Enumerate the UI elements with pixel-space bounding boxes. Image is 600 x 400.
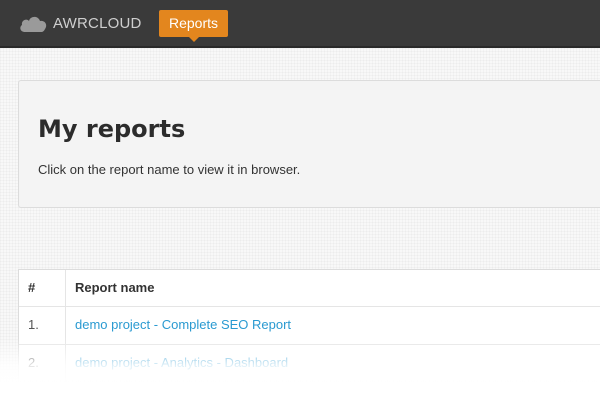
column-header-number: #: [28, 280, 36, 295]
cloud-icon: [18, 13, 48, 33]
brand-logo[interactable]: AWRCLOUD: [18, 12, 142, 34]
row-number: 2.: [28, 355, 39, 370]
page-subtitle: Click on the report name to view it in b…: [38, 162, 301, 177]
row-number: 1.: [28, 317, 39, 332]
table-row: 2. demo project - Analytics - Dashboard: [19, 345, 600, 382]
column-divider: [19, 270, 66, 306]
page-title: My reports: [38, 115, 186, 143]
brand-name: AWRCLOUD: [53, 14, 142, 32]
column-header-report-name: Report name: [75, 280, 155, 295]
table-header-row: # Report name: [19, 270, 600, 307]
column-divider: [19, 307, 66, 344]
report-link[interactable]: demo project - Complete SEO Report: [75, 307, 291, 343]
top-navbar: AWRCLOUD Reports: [0, 0, 600, 48]
column-divider: [19, 345, 66, 382]
page-header-panel: My reports Click on the report name to v…: [18, 80, 600, 208]
report-link[interactable]: demo project - Analytics - Dashboard: [75, 345, 288, 381]
table-row: 1. demo project - Complete SEO Report: [19, 307, 600, 345]
nav-reports-tab[interactable]: Reports: [159, 10, 228, 42]
reports-table: # Report name 1. demo project - Complete…: [18, 269, 600, 382]
